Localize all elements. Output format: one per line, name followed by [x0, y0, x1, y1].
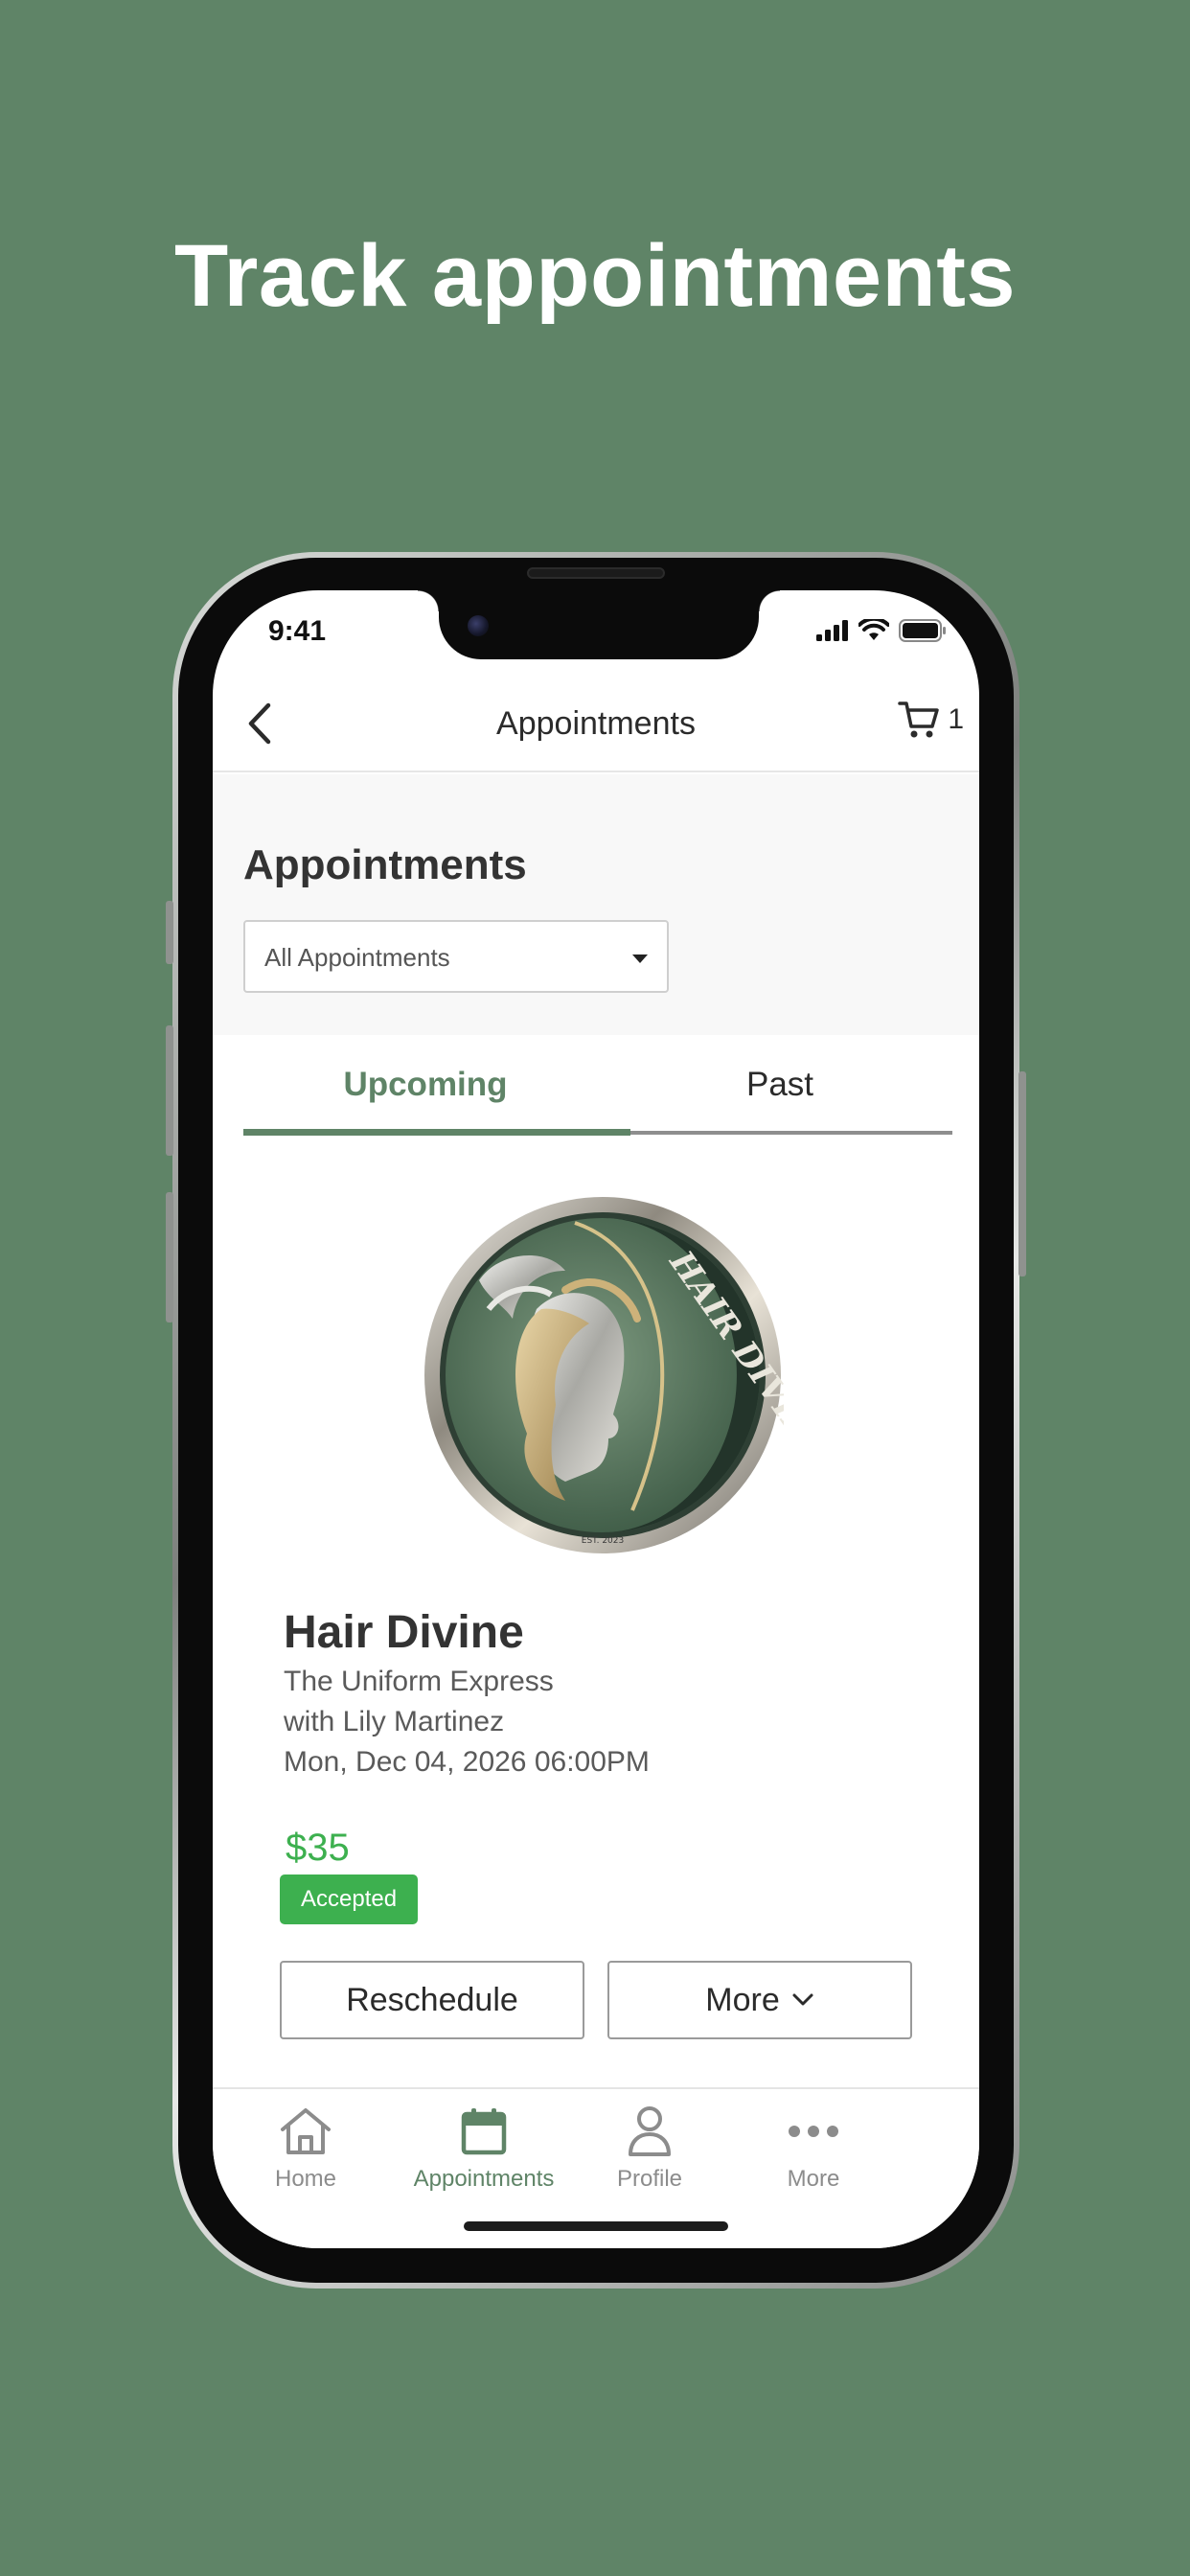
- business-logo: HAIR DIVINE EST. 2023: [422, 1194, 836, 1556]
- status-badge: Accepted: [280, 1874, 419, 1924]
- appointment-filter-dropdown[interactable]: All Appointments: [243, 920, 669, 993]
- tabbar-label-home: Home: [274, 2166, 337, 2192]
- tabbar-item-appointments[interactable]: Appointments: [407, 2103, 561, 2193]
- appointment-datetime: Mon, Dec 04, 2026 06:00PM: [284, 1746, 650, 1778]
- cart-button[interactable]: 1: [898, 700, 964, 740]
- business-name: Hair Divine: [284, 1607, 524, 1658]
- tabbar-item-profile[interactable]: Profile: [573, 2103, 726, 2193]
- more-label: More: [705, 1981, 780, 2018]
- status-time: 9:41: [268, 615, 327, 647]
- phone-volume-down: [166, 1192, 173, 1322]
- navigation-bar: Appointments 1: [213, 677, 979, 772]
- stylist-name: with Lily Martinez: [284, 1706, 505, 1737]
- reschedule-button[interactable]: Reschedule: [280, 1961, 584, 2039]
- logo-est: EST. 2023: [582, 1536, 624, 1546]
- more-dots-icon: [789, 2126, 838, 2137]
- phone-volume-up: [166, 1025, 173, 1156]
- service-name: The Uniform Express: [284, 1666, 554, 1697]
- reschedule-label: Reschedule: [346, 1981, 518, 2018]
- more-actions-button[interactable]: More: [607, 1961, 912, 2039]
- cart-count: 1: [948, 703, 964, 735]
- phone-speaker: [527, 567, 665, 579]
- person-icon: [629, 2106, 671, 2156]
- nav-title: Appointments: [496, 705, 696, 742]
- hair-divine-logo-icon: HAIR DIVINE EST. 2023: [424, 1197, 836, 1553]
- phone-screen: 9:41 Appointments 1 Appointments All App…: [213, 590, 979, 2248]
- appointments-header-section: Appointments All Appointments: [213, 774, 979, 1035]
- front-camera: [468, 615, 489, 636]
- home-indicator: [464, 2221, 728, 2231]
- signal-icon: [816, 620, 848, 641]
- section-title: Appointments: [243, 841, 527, 888]
- status-icons: [816, 619, 947, 642]
- tab-past[interactable]: Past: [607, 1035, 952, 1131]
- wifi-icon: [858, 619, 889, 640]
- battery-icon: [899, 619, 946, 642]
- filter-selected-value: All Appointments: [264, 943, 450, 972]
- home-icon: [281, 2108, 331, 2154]
- phone-silent-switch: [166, 901, 173, 964]
- tabbar-label-appointments: Appointments: [413, 2166, 555, 2192]
- cart-icon: [898, 702, 940, 738]
- calendar-icon: [461, 2108, 507, 2155]
- tab-upcoming[interactable]: Upcoming: [243, 1035, 607, 1131]
- tabbar-item-more[interactable]: More: [737, 2103, 890, 2193]
- caret-down-icon: [632, 954, 648, 963]
- tab-active-indicator: [243, 1129, 630, 1136]
- tabbar-label-more: More: [787, 2166, 840, 2192]
- appointment-price: $35: [286, 1827, 350, 1869]
- tabbar-label-profile: Profile: [616, 2166, 683, 2192]
- page-headline: Track appointments: [173, 227, 1017, 325]
- tabbar-item-home[interactable]: Home: [229, 2103, 382, 2193]
- phone-power-button: [1018, 1071, 1026, 1276]
- appointment-tabs: Upcoming Past: [243, 1035, 952, 1150]
- chevron-down-icon: [792, 1993, 813, 2006]
